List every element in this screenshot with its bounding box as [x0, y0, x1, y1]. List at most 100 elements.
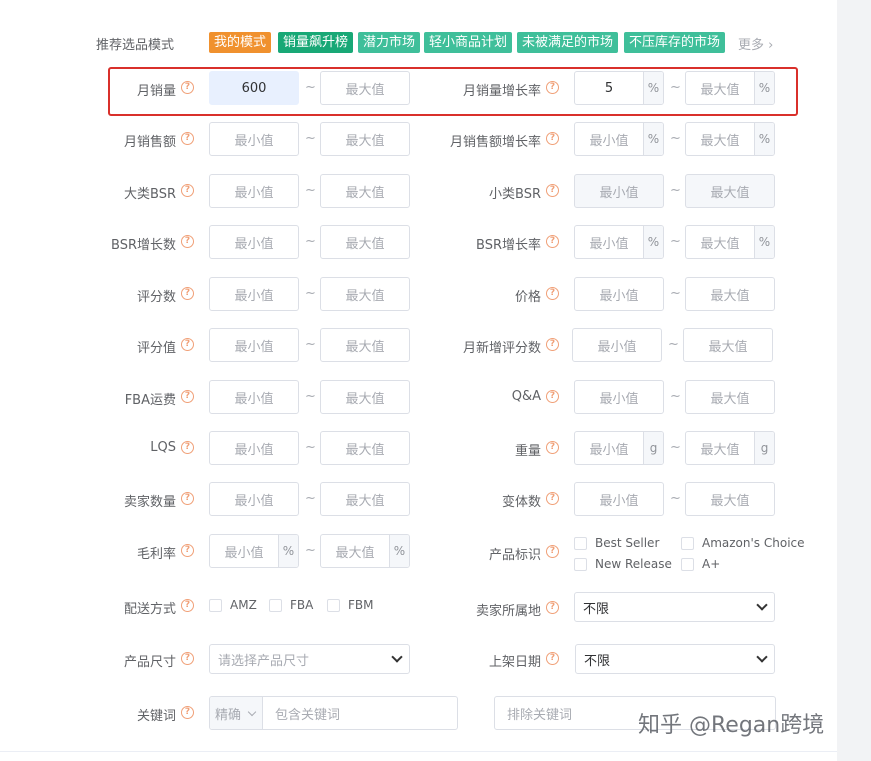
category-bsr-min-input[interactable]: 最小值	[209, 174, 299, 208]
checkbox-fba[interactable]: FBA	[269, 598, 313, 612]
help-icon[interactable]: ?	[181, 81, 194, 94]
rating-value-max-input[interactable]: 最大值	[320, 328, 410, 362]
range-separator: ~	[305, 337, 316, 352]
help-icon[interactable]: ?	[181, 184, 194, 197]
gross-margin-max-input[interactable]: 最大值%	[320, 534, 410, 568]
weight-max-input[interactable]: 最大值 g	[685, 431, 775, 465]
help-icon[interactable]: ?	[546, 235, 559, 248]
fba-fee-min-input[interactable]: 最小值	[209, 380, 299, 414]
lqs-label: LQS	[150, 440, 176, 455]
qa-max-input[interactable]: 最大值	[685, 380, 775, 414]
tag-my-mode[interactable]: 我的模式	[209, 32, 272, 53]
subcategory-bsr-label: 小类BSR	[489, 187, 541, 202]
seller-count-min-input[interactable]: 最小值	[209, 482, 299, 516]
monthly-sales-min-input[interactable]: 600	[209, 71, 299, 105]
monthly-revenue-min-input[interactable]: 最小值	[209, 122, 299, 156]
checkbox-amz[interactable]: AMZ	[209, 598, 257, 612]
help-icon[interactable]: ?	[546, 441, 559, 454]
lqs-min-input[interactable]: 最小值	[209, 431, 299, 465]
help-icon[interactable]: ?	[181, 544, 194, 557]
lqs-max-input[interactable]: 最大值	[320, 431, 410, 465]
help-icon[interactable]: ?	[546, 492, 559, 505]
unit-suffix: g	[754, 432, 774, 464]
revenue-growth-rate-max-input[interactable]: 最大值%	[685, 122, 775, 156]
input-placeholder: 最小值	[589, 133, 629, 149]
select-value: 不限	[584, 653, 611, 669]
help-icon[interactable]: ?	[546, 545, 559, 558]
product-size-select[interactable]: 请选择产品尺寸	[209, 644, 410, 674]
help-icon[interactable]: ?	[181, 132, 194, 145]
sales-growth-rate-max-input[interactable]: 最大值%	[685, 71, 775, 105]
seller-location-select[interactable]: 不限	[574, 592, 775, 622]
help-icon[interactable]: ?	[181, 599, 194, 612]
help-icon[interactable]: ?	[181, 492, 194, 505]
bsr-growth-max-input[interactable]: 最大值	[320, 225, 410, 259]
checkbox-label: Amazon's Choice	[702, 536, 805, 550]
qa-min-input[interactable]: 最小值	[574, 380, 664, 414]
tag-sales-surge[interactable]: 销量飙升榜	[278, 32, 354, 53]
help-icon[interactable]: ?	[181, 338, 194, 351]
price-max-input[interactable]: 最大值	[685, 277, 775, 311]
tag-potential-market[interactable]: 潜力市场	[358, 32, 421, 53]
more-link[interactable]: 更多 ›	[738, 34, 773, 53]
help-icon[interactable]: ?	[546, 652, 559, 665]
help-icon[interactable]: ?	[546, 184, 559, 197]
tag-no-inventory-market[interactable]: 不压库存的市场	[624, 32, 726, 53]
range-separator: ~	[305, 234, 316, 249]
variant-count-max-input[interactable]: 最大值	[685, 482, 775, 516]
checkbox-label: AMZ	[230, 598, 257, 612]
checkbox-new-release[interactable]: New Release	[574, 557, 672, 571]
gross-margin-min-input[interactable]: 最小值%	[209, 534, 299, 568]
help-icon[interactable]: ?	[181, 287, 194, 300]
launch-date-select[interactable]: 不限	[575, 644, 775, 674]
help-icon[interactable]: ?	[546, 390, 559, 403]
help-icon[interactable]: ?	[546, 81, 559, 94]
category-bsr-max-input[interactable]: 最大值	[320, 174, 410, 208]
keyword-mode-select[interactable]: 精确	[210, 697, 263, 729]
seller-count-max-input[interactable]: 最大值	[320, 482, 410, 516]
tag-light-small-plan[interactable]: 轻小商品计划	[424, 32, 513, 53]
unit-suffix: %	[643, 123, 663, 155]
help-icon[interactable]: ?	[546, 338, 559, 351]
fba-fee-max-input[interactable]: 最大值	[320, 380, 410, 414]
revenue-growth-rate-min-input[interactable]: 最小值%	[574, 122, 664, 156]
new-ratings-max-input[interactable]: 最大值	[683, 328, 773, 362]
bsr-growth-rate-max-input[interactable]: 最大值%	[685, 225, 775, 259]
monthly-sales-max-input[interactable]: 最大值	[320, 71, 410, 105]
price-min-input[interactable]: 最小值	[574, 277, 664, 311]
input-placeholder: 最小值	[589, 236, 629, 252]
subcategory-bsr-max-input[interactable]: 最大值	[685, 174, 775, 208]
input-placeholder: 最大值	[345, 236, 385, 252]
help-icon[interactable]: ?	[546, 132, 559, 145]
help-icon[interactable]: ?	[546, 287, 559, 300]
monthly-sales-label: 月销量	[136, 84, 176, 99]
tag-unmet-market[interactable]: 未被满足的市场	[517, 32, 619, 53]
sales-growth-rate-min-input[interactable]: 5%	[574, 71, 664, 105]
bsr-growth-min-input[interactable]: 最小值	[209, 225, 299, 259]
rating-value-min-input[interactable]: 最小值	[209, 328, 299, 362]
help-icon[interactable]: ?	[546, 601, 559, 614]
range-separator: ~	[305, 491, 316, 506]
input-placeholder: 最小值	[599, 391, 639, 407]
weight-min-input[interactable]: 最小值 g	[574, 431, 664, 465]
select-value: 不限	[583, 601, 610, 617]
checkbox-best-seller[interactable]: Best Seller	[574, 536, 659, 550]
rating-count-max-input[interactable]: 最大值	[320, 277, 410, 311]
help-icon[interactable]: ?	[181, 441, 194, 454]
checkbox-amazons-choice[interactable]: Amazon's Choice	[681, 536, 805, 550]
help-icon[interactable]: ?	[181, 390, 194, 403]
checkbox-fbm[interactable]: FBM	[327, 598, 374, 612]
keyword-include-input[interactable]: 包含关键词	[263, 697, 457, 729]
variant-count-min-input[interactable]: 最小值	[574, 482, 664, 516]
checkbox-a-plus[interactable]: A+	[681, 557, 720, 571]
checkbox-box	[327, 598, 340, 612]
bsr-growth-label: BSR增长数	[111, 238, 176, 253]
new-ratings-min-input[interactable]: 最小值	[572, 328, 662, 362]
help-icon[interactable]: ?	[181, 235, 194, 248]
subcategory-bsr-min-input[interactable]: 最小值	[574, 174, 664, 208]
help-icon[interactable]: ?	[181, 706, 194, 719]
help-icon[interactable]: ?	[181, 652, 194, 665]
monthly-revenue-max-input[interactable]: 最大值	[320, 122, 410, 156]
rating-count-min-input[interactable]: 最小值	[209, 277, 299, 311]
bsr-growth-rate-min-input[interactable]: 最小值%	[574, 225, 664, 259]
